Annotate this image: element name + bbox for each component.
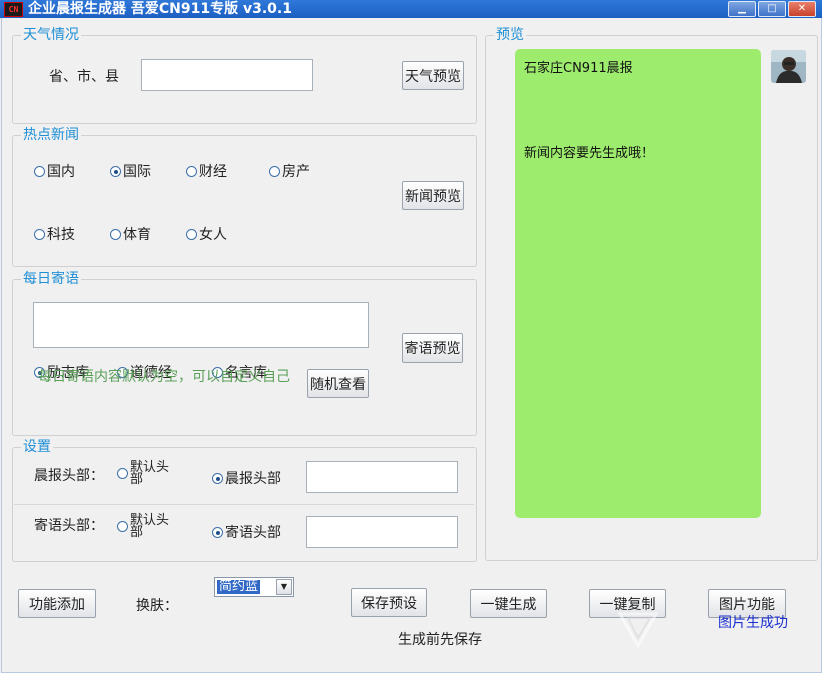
avatar-image-icon bbox=[771, 50, 806, 83]
daily-quote-group-title: 每日寄语 bbox=[21, 271, 81, 288]
maximize-button[interactable]: □ bbox=[758, 1, 786, 17]
radio-icon bbox=[269, 166, 280, 177]
skin-select[interactable]: 简约蓝 ▼ bbox=[214, 577, 294, 597]
quote-header-label: 寄语头部： bbox=[34, 518, 104, 534]
app-logo-icon: CN bbox=[4, 2, 23, 17]
quote-header-custom-option[interactable]: 寄语头部 bbox=[212, 522, 281, 541]
radio-icon bbox=[117, 521, 128, 532]
region-label: 省、市、县 bbox=[49, 69, 119, 85]
radio-icon bbox=[34, 229, 45, 240]
quote-header-default-option[interactable]: 默认头部 bbox=[117, 513, 176, 543]
radio-icon bbox=[117, 468, 128, 479]
quote-header-default-label: 默认头部 bbox=[130, 513, 170, 540]
news-option-label: 财经 bbox=[199, 164, 227, 180]
radio-icon bbox=[34, 166, 45, 177]
morning-header-custom-label: 晨报头部 bbox=[225, 471, 281, 487]
random-view-button[interactable]: 随机查看 bbox=[307, 369, 369, 398]
radio-checked-icon bbox=[212, 527, 223, 538]
morning-header-custom-option[interactable]: 晨报头部 bbox=[212, 468, 281, 487]
news-option-sports[interactable]: 体育 bbox=[110, 224, 151, 243]
morning-header-label: 晨报头部： bbox=[34, 468, 104, 484]
settings-divider bbox=[14, 504, 474, 505]
preview-group-title: 预览 bbox=[494, 27, 526, 44]
save-note: 生成前先保存 bbox=[398, 632, 482, 648]
radio-icon bbox=[186, 229, 197, 240]
chevron-down-icon[interactable]: ▼ bbox=[276, 579, 292, 595]
news-option-label: 体育 bbox=[123, 227, 151, 243]
close-button[interactable]: ✕ bbox=[788, 1, 816, 17]
radio-icon bbox=[110, 229, 121, 240]
news-preview-button[interactable]: 新闻预览 bbox=[402, 181, 464, 210]
status-text: 图片生成功 bbox=[718, 615, 788, 631]
region-input[interactable] bbox=[141, 59, 313, 91]
preview-message: 新闻内容要先生成哦！ bbox=[524, 146, 655, 161]
avatar bbox=[771, 50, 806, 83]
news-option-label: 国际 bbox=[123, 164, 151, 180]
news-option-label: 房产 bbox=[282, 164, 310, 180]
copy-button[interactable]: 一键复制 bbox=[589, 589, 666, 618]
skin-selected-value: 简约蓝 bbox=[215, 579, 262, 595]
quote-preview-button[interactable]: 寄语预览 bbox=[402, 333, 463, 363]
radio-checked-icon bbox=[212, 473, 223, 484]
news-option-realestate[interactable]: 房产 bbox=[269, 161, 310, 180]
radio-icon bbox=[186, 166, 197, 177]
settings-group-title: 设置 bbox=[21, 439, 53, 456]
quote-header-custom-label: 寄语头部 bbox=[225, 525, 281, 541]
preview-message-bubble: 石家庄CN911晨报 新闻内容要先生成哦！ bbox=[515, 49, 761, 518]
news-option-label: 科技 bbox=[47, 227, 75, 243]
preview-title: 石家庄CN911晨报 bbox=[524, 61, 633, 76]
add-feature-button[interactable]: 功能添加 bbox=[18, 589, 96, 618]
news-group-title: 热点新闻 bbox=[21, 127, 81, 144]
news-option-label: 女人 bbox=[199, 227, 227, 243]
quote-header-input[interactable] bbox=[306, 516, 458, 548]
news-option-international[interactable]: 国际 bbox=[110, 161, 151, 180]
title-bar[interactable]: CN 企业晨报生成器 吾爱CN911专版 v3.0.1 ▁ □ ✕ bbox=[0, 0, 822, 18]
morning-header-input[interactable] bbox=[306, 461, 458, 493]
save-preset-button[interactable]: 保存预设 bbox=[351, 588, 427, 617]
news-option-finance[interactable]: 财经 bbox=[186, 161, 227, 180]
news-option-women[interactable]: 女人 bbox=[186, 224, 227, 243]
news-option-domestic[interactable]: 国内 bbox=[34, 161, 75, 180]
minimize-button[interactable]: ▁ bbox=[728, 1, 756, 17]
skin-label: 换肤： bbox=[136, 598, 178, 614]
weather-preview-button[interactable]: 天气预览 bbox=[402, 61, 464, 90]
news-option-tech[interactable]: 科技 bbox=[34, 224, 75, 243]
radio-checked-icon bbox=[110, 166, 121, 177]
daily-quote-input[interactable] bbox=[33, 302, 369, 348]
morning-header-default-option[interactable]: 默认头部 bbox=[117, 460, 176, 490]
morning-header-default-label: 默认头部 bbox=[130, 460, 170, 487]
generate-button[interactable]: 一键生成 bbox=[470, 589, 547, 618]
weather-group-title: 天气情况 bbox=[21, 27, 81, 44]
daily-quote-hint: 每日寄语内容默认为空，可以自定义自己 bbox=[38, 369, 290, 385]
news-option-label: 国内 bbox=[47, 164, 75, 180]
window-title: 企业晨报生成器 吾爱CN911专版 v3.0.1 bbox=[28, 1, 292, 17]
